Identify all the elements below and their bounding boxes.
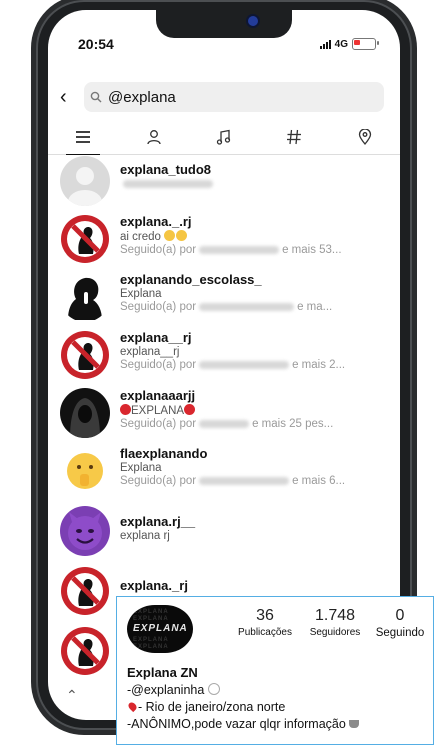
followed-by-count: e mais 6... [292,475,346,487]
blurred-name [199,476,290,485]
posts-stat[interactable]: 36 Publicações [229,607,301,638]
explana-logo-avatar: EXPLANA EXPLANA EXPLANA EXPLANA EXPLANA [127,605,193,653]
mute-emblem-avatar [60,330,110,380]
followed-by-count: e mais 2... [292,359,346,371]
result-row[interactable]: explana.rj__ explana rj [48,506,400,562]
followed-by-label: Seguido(a) por [120,301,197,313]
result-subtitle: Explana [120,462,162,474]
blurred-name [199,245,280,254]
profile-name: Explana ZN [127,665,198,680]
hashtag-icon [287,129,302,145]
status-time: 20:54 [78,36,114,52]
search-icon [84,91,108,103]
result-subtitle: explana__rj [120,346,180,358]
battery-icon [352,38,379,50]
followed-by-count: e ma... [297,301,333,313]
default-avatar [60,156,110,206]
result-username: flaexplanando [120,446,208,461]
followed-by-label: Seguido(a) por [120,475,197,487]
shush-emoji-avatar [60,446,110,496]
followed-by-label: Seguido(a) por [120,359,197,371]
fearful-emoji-icon [164,230,176,241]
followed-by-count: e mais 53... [282,244,342,256]
hooded-figure-avatar [60,388,110,438]
result-username: explana__rj [120,330,192,345]
result-subtitle: Explana [120,288,162,300]
tab-accounts[interactable] [118,120,188,154]
tab-tags[interactable] [259,120,329,154]
mute-emblem-avatar [60,626,110,676]
followed-by-label: Seguido(a) por [120,244,197,256]
logo-echo-text: EXPLANA [133,616,169,622]
fearful-emoji-icon [176,230,188,241]
purple-devil-avatar [60,506,110,556]
bio-line: -ANÔNIMO,pode vazar qlqr informação [127,717,360,731]
result-row[interactable]: explana__rj explana__rj Seguido(a) por e … [48,330,400,386]
search-query[interactable]: @explana [108,89,176,106]
tab-top[interactable] [48,120,118,155]
music-note-icon [216,129,231,145]
bio-line: -@explaninha [127,683,220,697]
logo-echo-text: EXPLANA [133,637,169,643]
red-circle-icon [184,404,196,415]
chevron-up-icon[interactable]: ⌃ [66,687,78,704]
following-stat[interactable]: 0 Seguindo [367,607,433,639]
bio-text: - Rio de janeiro/zona norte [138,700,286,714]
hand-emoji-icon [207,683,220,695]
bio-text: -@explaninha [127,683,205,697]
bio-line: - Rio de janeiro/zona norte [126,700,286,714]
search-tabs [48,120,400,155]
followed-by-label: Seguido(a) por [120,418,197,430]
tab-places[interactable] [330,120,400,154]
tab-audio[interactable] [189,120,259,154]
front-camera [248,16,258,26]
result-subtitle: EXPLANA [131,405,185,417]
result-subtitle: explana rj [120,530,170,542]
result-row[interactable]: explana_tudo8 [48,156,400,212]
mute-emblem-avatar [60,566,110,616]
logo-echo-text: EXPLANA [133,644,169,650]
coffee-emoji-icon [349,720,360,728]
logo-text: EXPLANA [133,623,188,634]
bio-text: -ANÔNIMO,pode vazar qlqr informação [127,717,346,731]
shush-silhouette-avatar [60,272,110,322]
result-row[interactable]: explanaaarjj EXPLANA Seguido(a) por e mai… [48,388,400,444]
result-username: explanando_escolass_ [120,272,262,287]
list-icon [76,131,91,143]
signal-icon [319,39,331,49]
followers-stat[interactable]: 1.748 Seguidores [299,607,371,638]
result-username: explana_tudo8 [120,162,212,177]
location-pin-icon [358,129,371,145]
result-row[interactable]: explanando_escolass_ Explana Seguido(a) … [48,272,400,328]
posts-label: Publicações [238,627,292,638]
logo-echo-text: EXPLANA [133,609,169,615]
blurred-name [199,302,295,311]
result-row[interactable]: flaexplanando Explana Seguido(a) por e ma… [48,446,400,502]
network-label: 4G [334,38,348,50]
status-indicators: 4G [319,38,379,50]
person-icon [146,130,161,145]
notch [156,10,292,38]
result-subtitle: ai credo [120,231,161,243]
following-count: 0 [395,607,405,624]
followed-by-count: e mais 25 pes... [252,418,334,430]
posts-count: 36 [256,607,274,624]
followers-count: 1.748 [314,607,356,624]
following-label: Seguindo [375,627,425,639]
pin-emoji-icon [126,700,139,713]
mute-emblem-avatar [60,214,110,264]
result-username: explana._rj [120,578,188,593]
profile-card: EXPLANA EXPLANA EXPLANA EXPLANA EXPLANA … [116,596,434,745]
result-row[interactable]: explana._.rj ai credo Seguido(a) por e ma… [48,214,400,270]
back-chevron-icon[interactable]: ‹ [60,86,67,109]
result-username: explana.rj__ [120,514,196,529]
blurred-name [199,419,250,428]
result-username: explana._.rj [120,214,192,229]
search-input[interactable]: @explana [84,82,384,112]
blurred-name [123,179,213,188]
blurred-name [199,360,290,369]
red-circle-icon [120,404,131,415]
followers-label: Seguidores [309,627,361,638]
result-username: explanaaarjj [120,388,196,403]
